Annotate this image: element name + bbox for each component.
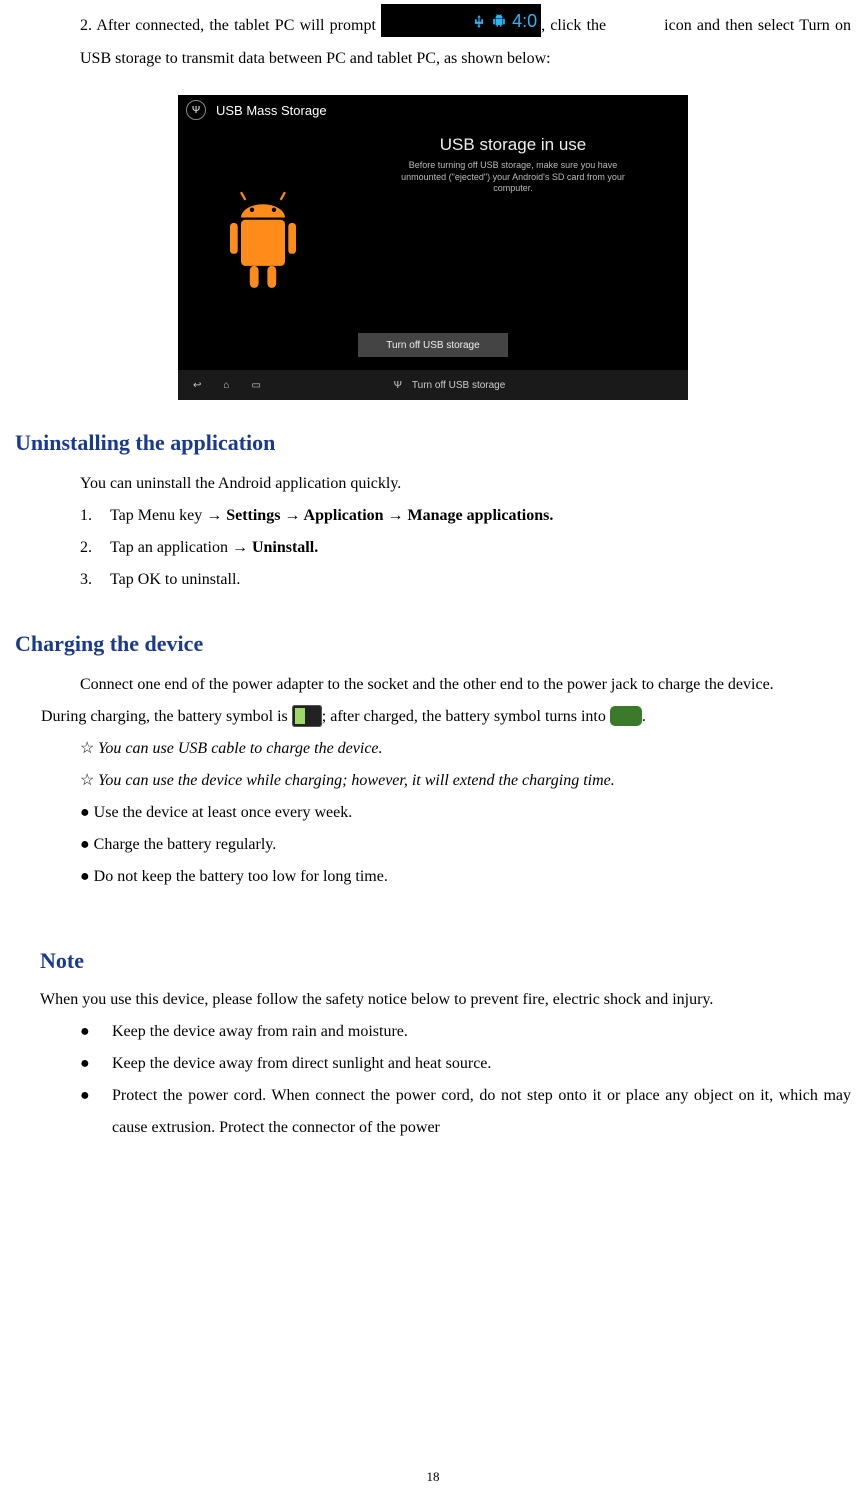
screenshot-title: USB Mass Storage bbox=[216, 103, 327, 118]
star-icon: ☆ bbox=[80, 765, 94, 797]
bullet2: Charge the battery regularly. bbox=[90, 836, 277, 853]
usb-sub3: computer. bbox=[358, 183, 668, 195]
para1-a: 2. After connected, the tablet PC will p… bbox=[80, 17, 376, 34]
bullet1: Use the device at least once every week. bbox=[90, 804, 353, 821]
tip2: You can use the device while charging; h… bbox=[94, 772, 615, 789]
note-bullets: ●Keep the device away from rain and mois… bbox=[80, 1016, 851, 1144]
dot-icon: ● bbox=[80, 868, 90, 885]
tip1: You can use USB cable to charge the devi… bbox=[94, 740, 383, 757]
statusbar-time: 4:0 bbox=[512, 3, 537, 39]
usb-icon bbox=[472, 14, 486, 28]
dot-icon: ● bbox=[80, 1080, 112, 1144]
uninstall-steps: 1. Tap Menu key → Settings → Application… bbox=[80, 500, 851, 596]
uninstall-heading: Uninstalling the application bbox=[15, 430, 851, 456]
usb-nav-icon: Ψ bbox=[394, 380, 402, 391]
charge-line-c: . bbox=[642, 708, 646, 725]
step3-text: Tap OK to uninstall. bbox=[110, 564, 240, 596]
page-number: 18 bbox=[0, 1469, 866, 1485]
android-icon bbox=[492, 14, 506, 28]
document-page: 2. After connected, the tablet PC will p… bbox=[0, 0, 866, 1495]
para1-c: icon bbox=[664, 17, 692, 34]
intro-paragraph: 2. After connected, the tablet PC will p… bbox=[80, 10, 851, 75]
usb-storage-label: USB storage in use bbox=[358, 135, 668, 155]
uninstall-intro: You can uninstall the Android applicatio… bbox=[80, 468, 851, 500]
note2: Keep the device away from direct sunligh… bbox=[112, 1048, 491, 1080]
battery-charging-icon bbox=[292, 705, 322, 727]
screenshot-titlebar: Ψ USB Mass Storage bbox=[178, 95, 688, 125]
android-robot-icon bbox=[208, 190, 318, 322]
statusbar-image: 4:0 bbox=[381, 4, 541, 37]
bullet3: Do not keep the battery too low for long… bbox=[90, 868, 388, 885]
usb-sub1: Before turning off USB storage, make sur… bbox=[358, 160, 668, 172]
dot-icon: ● bbox=[80, 804, 90, 821]
screenshot-main: USB storage in use Before turning off US… bbox=[358, 135, 668, 195]
step1-text-a: Tap Menu key → bbox=[110, 507, 226, 524]
note1: Keep the device away from rain and moist… bbox=[112, 1016, 408, 1048]
step2-text-b: Uninstall. bbox=[252, 539, 318, 556]
turn-off-usb-button: Turn off USB storage bbox=[358, 333, 508, 357]
recents-icon: ▭ bbox=[251, 380, 260, 391]
dot-icon: ● bbox=[80, 836, 90, 853]
battery-full-icon bbox=[610, 706, 642, 726]
note3: Protect the power cord. When connect the… bbox=[112, 1080, 851, 1144]
navbar-text: Turn off USB storage bbox=[412, 380, 505, 391]
charge-line-b: ; after charged, the battery symbol turn… bbox=[322, 708, 610, 725]
charging-intro: Connect one end of the power adapter to … bbox=[80, 669, 851, 701]
note-intro: When you use this device, please follow … bbox=[40, 984, 851, 1016]
usb-circle-icon: Ψ bbox=[186, 100, 206, 120]
screenshot-wrapper: Ψ USB Mass Storage USB storage in use Be… bbox=[15, 95, 851, 400]
charge-line-a: During charging, the battery symbol is bbox=[41, 708, 288, 725]
star-icon: ☆ bbox=[80, 733, 94, 765]
usb-sub2: unmounted ("ejected") your Android's SD … bbox=[358, 172, 668, 184]
step1-text-b: Settings → Application → Manage applicat… bbox=[226, 507, 553, 524]
charging-tips: ☆ You can use USB cable to charge the de… bbox=[80, 733, 851, 893]
para1-b: , click the bbox=[541, 17, 606, 34]
note-heading: Note bbox=[40, 948, 851, 974]
step3-num: 3. bbox=[80, 564, 110, 596]
screenshot-navbar: ↩ ⌂ ▭ Ψ Turn off USB storage bbox=[178, 370, 688, 400]
dot-icon: ● bbox=[80, 1016, 112, 1048]
step2-num: 2. bbox=[80, 532, 110, 564]
back-icon: ↩ bbox=[193, 380, 201, 391]
dot-icon: ● bbox=[80, 1048, 112, 1080]
charging-symbol-line: During charging, the battery symbol is ;… bbox=[41, 701, 851, 733]
charging-heading: Charging the device bbox=[15, 631, 851, 657]
usb-storage-screenshot: Ψ USB Mass Storage USB storage in use Be… bbox=[178, 95, 688, 400]
home-icon: ⌂ bbox=[223, 380, 229, 391]
step1-num: 1. bbox=[80, 500, 110, 532]
step2-text-a: Tap an application → bbox=[110, 539, 252, 556]
